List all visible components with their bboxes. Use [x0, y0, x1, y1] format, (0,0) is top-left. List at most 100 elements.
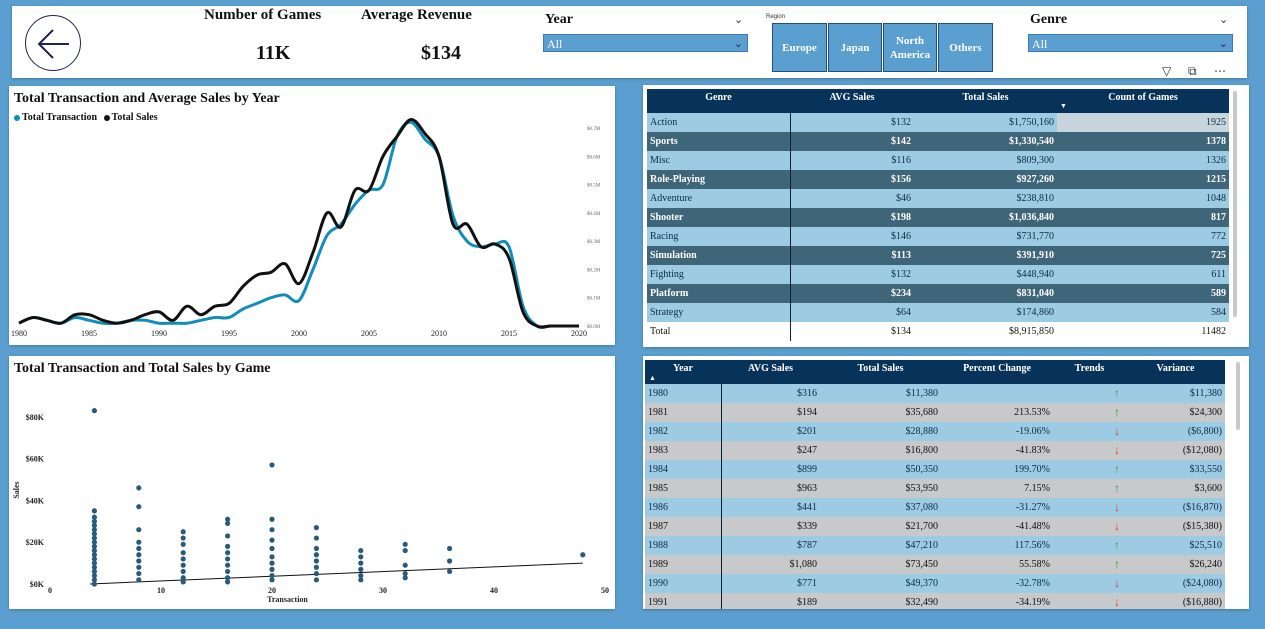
- line-chart-plot[interactable]: $0.0M $0.1M $0.2M $0.3M $0.4M $0.5M $0.6M $0.7M…: [9, 86, 615, 345]
- column-header-genre[interactable]: Genre: [647, 89, 790, 113]
- arrow-up-icon: ↑: [1114, 462, 1120, 476]
- table-cell: $899: [721, 460, 820, 479]
- table-row[interactable]: Action $132 $1,750,160 1925: [647, 113, 1229, 132]
- genre-table-scrollbar[interactable]: [1233, 91, 1237, 317]
- table-cell: $16,800: [820, 441, 941, 460]
- table-row[interactable]: 1988 $787 $47,210 117.56% ↑ $25,510: [645, 536, 1225, 555]
- table-cell: $32,490: [820, 593, 941, 609]
- scatter-point: [402, 562, 408, 568]
- column-header-avg-sales[interactable]: AVG Sales: [790, 89, 914, 113]
- table-row[interactable]: Role-Playing $156 $927,260 1215: [647, 170, 1229, 189]
- table-cell: Simulation: [647, 246, 791, 265]
- column-header-variance[interactable]: Variance: [1126, 360, 1225, 384]
- scatter-point: [225, 533, 231, 539]
- table-row[interactable]: Simulation $113 $391,910 725: [647, 246, 1229, 265]
- table-row[interactable]: 1990 $771 $49,370 -32.78% ↓ ($24,080): [645, 574, 1225, 593]
- region-option-others[interactable]: Others: [938, 23, 993, 72]
- table-row[interactable]: Strategy $64 $174,860 584: [647, 303, 1229, 322]
- table-row[interactable]: Shooter $198 $1,036,840 817: [647, 208, 1229, 227]
- table-cell: 213.53%: [941, 403, 1053, 422]
- table-row[interactable]: 1987 $339 $21,700 -41.48% ↓ ($15,380): [645, 517, 1225, 536]
- trend-line: [89, 562, 583, 585]
- chevron-down-icon: ⌄: [1218, 38, 1228, 50]
- filter-icon[interactable]: ▽: [1162, 64, 1171, 78]
- column-header-year[interactable]: Year: [645, 360, 721, 384]
- table-row[interactable]: Misc $116 $809,300 1326: [647, 151, 1229, 170]
- table-cell: Racing: [647, 227, 791, 246]
- y-axis-label: Sales: [12, 481, 21, 498]
- scatter-point: [91, 408, 97, 414]
- chevron-down-icon[interactable]: ⌄: [1219, 13, 1228, 26]
- table-row[interactable]: 1983 $247 $16,800 -41.83% ↓ ($12,080): [645, 441, 1225, 460]
- table-cell: 117.56%: [941, 536, 1053, 555]
- table-row[interactable]: 1989 $1,080 $73,450 55.58% ↑ $26,240: [645, 555, 1225, 574]
- table-cell: 1215: [1057, 170, 1229, 189]
- year-table-scrollbar[interactable]: [1236, 362, 1240, 430]
- y-tick-label: $0.1M: [587, 297, 601, 302]
- table-row[interactable]: Sports $142 $1,330,540 1378: [647, 132, 1229, 151]
- scatter-point: [136, 485, 142, 491]
- total-cell: Total: [647, 322, 791, 341]
- column-header-trends[interactable]: Trends: [1053, 360, 1126, 384]
- more-options-icon[interactable]: ⋯: [1214, 64, 1226, 78]
- column-header-percent-change[interactable]: Percent Change: [941, 360, 1053, 384]
- scatter-point: [180, 535, 186, 541]
- table-row[interactable]: Adventure $46 $238,810 1048: [647, 189, 1229, 208]
- table-row[interactable]: Racing $146 $731,770 772: [647, 227, 1229, 246]
- arrow-down-icon: ↓: [1114, 443, 1120, 457]
- total-cell: $134: [790, 322, 914, 341]
- scatter-point: [225, 520, 231, 527]
- back-button[interactable]: [25, 15, 81, 71]
- table-cell: 1984: [645, 460, 722, 479]
- trend-cell: ↑: [1053, 384, 1126, 403]
- scatter-point: [269, 527, 275, 533]
- x-axis-label: Transaction: [267, 595, 308, 604]
- scatter-point: [136, 564, 142, 570]
- sort-desc-icon[interactable]: ▼: [1060, 102, 1067, 110]
- region-option-japan[interactable]: Japan: [828, 23, 882, 72]
- chevron-down-icon[interactable]: ⌄: [734, 13, 743, 26]
- table-cell: 817: [1057, 208, 1229, 227]
- column-header-avg-sales[interactable]: AVG Sales: [721, 360, 820, 384]
- table-row[interactable]: 1986 $441 $37,080 -31.27% ↓ ($16,870): [645, 498, 1225, 517]
- table-row[interactable]: 1984 $899 $50,350 199.70% ↑ $33,550: [645, 460, 1225, 479]
- scatter-point: [269, 516, 275, 522]
- y-tick-label: $0.5M: [587, 184, 601, 189]
- scatter-point: [402, 541, 408, 547]
- region-option-europe[interactable]: Europe: [772, 23, 827, 72]
- table-cell: $28,880: [820, 422, 941, 441]
- scatter-point: [447, 568, 453, 575]
- table-cell: 1982: [645, 422, 722, 441]
- table-row[interactable]: 1980 $316 $11,380 ↑ $11,380: [645, 384, 1225, 403]
- scatter-point: [313, 535, 319, 541]
- table-row[interactable]: 1985 $963 $53,950 7.15% ↑ $3,600: [645, 479, 1225, 498]
- column-header-total-sales[interactable]: Total Sales: [914, 89, 1057, 113]
- table-cell: $787: [721, 536, 820, 555]
- column-header-total-sales[interactable]: Total Sales: [820, 360, 941, 384]
- table-cell: $26,240: [1126, 555, 1225, 574]
- table-row[interactable]: Fighting $132 $448,940 611: [647, 265, 1229, 284]
- scatter-point: [180, 562, 186, 568]
- focus-mode-icon[interactable]: ⧉: [1188, 64, 1197, 79]
- table-cell: $194: [721, 403, 820, 422]
- table-cell: $53,950: [820, 479, 941, 498]
- year-slicer-dropdown[interactable]: All ⌄: [543, 34, 748, 52]
- scatter-point: [225, 579, 231, 585]
- table-cell: $24,300: [1126, 403, 1225, 422]
- table-cell: -41.48%: [941, 517, 1053, 536]
- sort-asc-icon[interactable]: ▲: [649, 374, 656, 382]
- genre-slicer-dropdown[interactable]: All ⌄: [1028, 34, 1233, 52]
- scatter-chart-plot[interactable]: $0K $20K $40K $60K $80K 0 10 20 30 40 50 Transactio…: [9, 356, 615, 609]
- arrow-up-icon: ↑: [1114, 538, 1120, 552]
- column-header-count-of-games[interactable]: Count of Games: [1057, 89, 1229, 113]
- table-cell: Sports: [647, 132, 791, 151]
- table-cell: ($15,380): [1126, 517, 1225, 536]
- table-row[interactable]: 1991 $189 $32,490 -34.19% ↓ ($16,880): [645, 593, 1225, 609]
- region-option-north-america[interactable]: North America: [883, 23, 937, 72]
- table-cell: $116: [790, 151, 914, 170]
- table-row[interactable]: 1982 $201 $28,880 -19.06% ↓ ($6,800): [645, 422, 1225, 441]
- table-cell: $963: [721, 479, 820, 498]
- table-row[interactable]: Platform $234 $831,040 589: [647, 284, 1229, 303]
- table-cell: $64: [790, 303, 914, 322]
- table-row[interactable]: 1981 $194 $35,680 213.53% ↑ $24,300: [645, 403, 1225, 422]
